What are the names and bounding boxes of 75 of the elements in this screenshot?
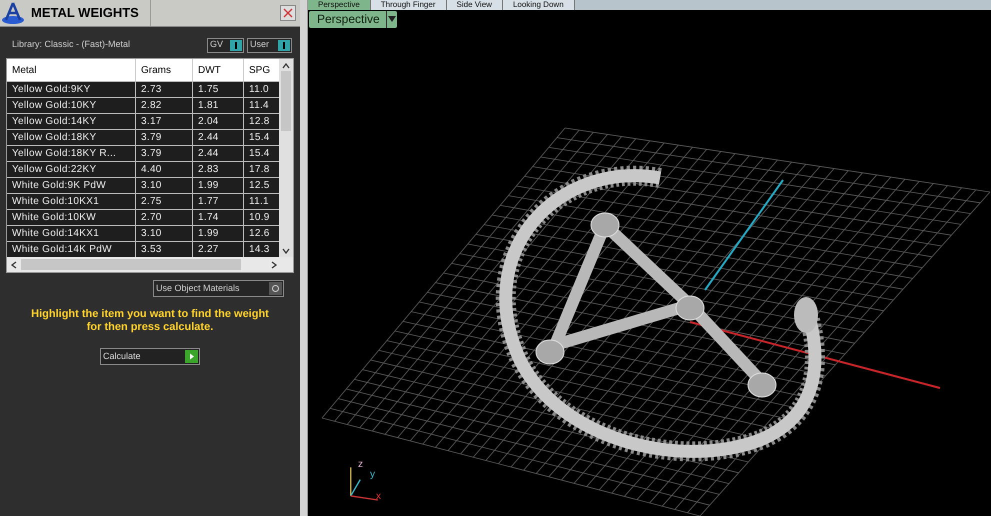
table-cell: Yellow Gold:18KY	[7, 130, 136, 145]
view-tab[interactable]: Perspective	[308, 0, 371, 10]
scroll-down-icon	[282, 248, 290, 254]
view-dropdown[interactable]: Perspective	[309, 10, 397, 28]
panel-splitter[interactable]	[300, 0, 308, 516]
table-cell: 1.81	[193, 98, 244, 113]
view-tab[interactable]: Looking Down	[502, 0, 575, 10]
view-tab[interactable]: Through Finger	[370, 0, 446, 10]
table-cell: 15.4	[244, 146, 280, 161]
column-header[interactable]: DWT	[193, 59, 244, 81]
play-icon	[185, 350, 198, 363]
table-cell: 14.3	[244, 242, 280, 257]
table-cell: 1.99	[193, 178, 244, 193]
table-cell: 1.74	[193, 210, 244, 225]
table-cell: 12.8	[244, 114, 280, 129]
calculate-button[interactable]: Calculate	[100, 348, 200, 365]
table-cell: 2.27	[193, 242, 244, 257]
table-cell: 3.17	[136, 114, 193, 129]
table-cell: Yellow Gold:10KY	[7, 98, 136, 113]
table-cell: 2.73	[136, 82, 193, 97]
table-cell: 12.5	[244, 178, 280, 193]
table-cell: 3.10	[136, 226, 193, 241]
library-label: Library: Classic - (Fast)-Metal	[12, 38, 132, 52]
view-tab[interactable]: Side View	[446, 0, 503, 10]
table-cell: 4.40	[136, 162, 193, 177]
axis-label: x	[376, 492, 381, 502]
table-cell: Yellow Gold:22KY	[7, 162, 136, 177]
scroll-left-icon	[11, 260, 17, 268]
table-cell: 1.99	[193, 226, 244, 241]
table-cell: 2.44	[193, 146, 244, 161]
scroll-right-icon	[271, 260, 277, 268]
toggle-button[interactable]: GV	[207, 38, 244, 52]
table-cell: 2.44	[193, 130, 244, 145]
table-cell: 11.1	[244, 194, 280, 209]
table-cell: 2.04	[193, 114, 244, 129]
panel-title: METAL WEIGHTS	[31, 4, 140, 22]
table-cell: 2.70	[136, 210, 193, 225]
table-cell: Yellow Gold:18KY R...	[7, 146, 136, 161]
table-cell: 1.75	[193, 82, 244, 97]
table-cell: 17.8	[244, 162, 280, 177]
column-header[interactable]: Grams	[136, 59, 193, 81]
table-cell: 11.4	[244, 98, 280, 113]
close-icon	[283, 8, 293, 18]
table-cell: Yellow Gold:9KY	[7, 82, 136, 97]
table-cell: White Gold:10KW	[7, 210, 136, 225]
table-cell: White Gold:10KX1	[7, 194, 136, 209]
column-header[interactable]: Metal	[7, 59, 136, 81]
scroll-up-icon	[282, 63, 290, 69]
table-cell: White Gold:9K PdW	[7, 178, 136, 193]
instruction-text: Highlight the item you want to find the weight for then press calculate.	[30, 308, 270, 334]
use-object-materials-toggle[interactable]: Use Object Materials	[153, 280, 284, 297]
table-cell: 10.9	[244, 210, 280, 225]
scrollbar-thumb[interactable]	[281, 71, 292, 131]
toggle-button[interactable]: User	[247, 38, 292, 52]
table-cell: White Gold:14K PdW	[7, 242, 136, 257]
table-cell: 3.53	[136, 242, 193, 257]
table-cell: 12.6	[244, 226, 280, 241]
axis-label: y	[370, 470, 375, 480]
horizontal-scrollbar[interactable]	[7, 257, 293, 272]
table-cell: 11.0	[244, 82, 280, 97]
caret-icon	[388, 16, 396, 22]
logo-icon	[1, 1, 25, 25]
table-cell: 15.4	[244, 130, 280, 145]
table-cell: 1.77	[193, 194, 244, 209]
scrollbar-thumb[interactable]	[21, 259, 241, 270]
table-cell: White Gold:14KX1	[7, 226, 136, 241]
table-cell: 3.10	[136, 178, 193, 193]
table-cell: 3.79	[136, 130, 193, 145]
close-button[interactable]	[280, 5, 296, 21]
table-cell: 2.83	[193, 162, 244, 177]
axis-label: z	[358, 460, 363, 470]
table-cell: 2.82	[136, 98, 193, 113]
table-cell: 2.75	[136, 194, 193, 209]
table-cell: 3.79	[136, 146, 193, 161]
table-cell: Yellow Gold:14KY	[7, 114, 136, 129]
